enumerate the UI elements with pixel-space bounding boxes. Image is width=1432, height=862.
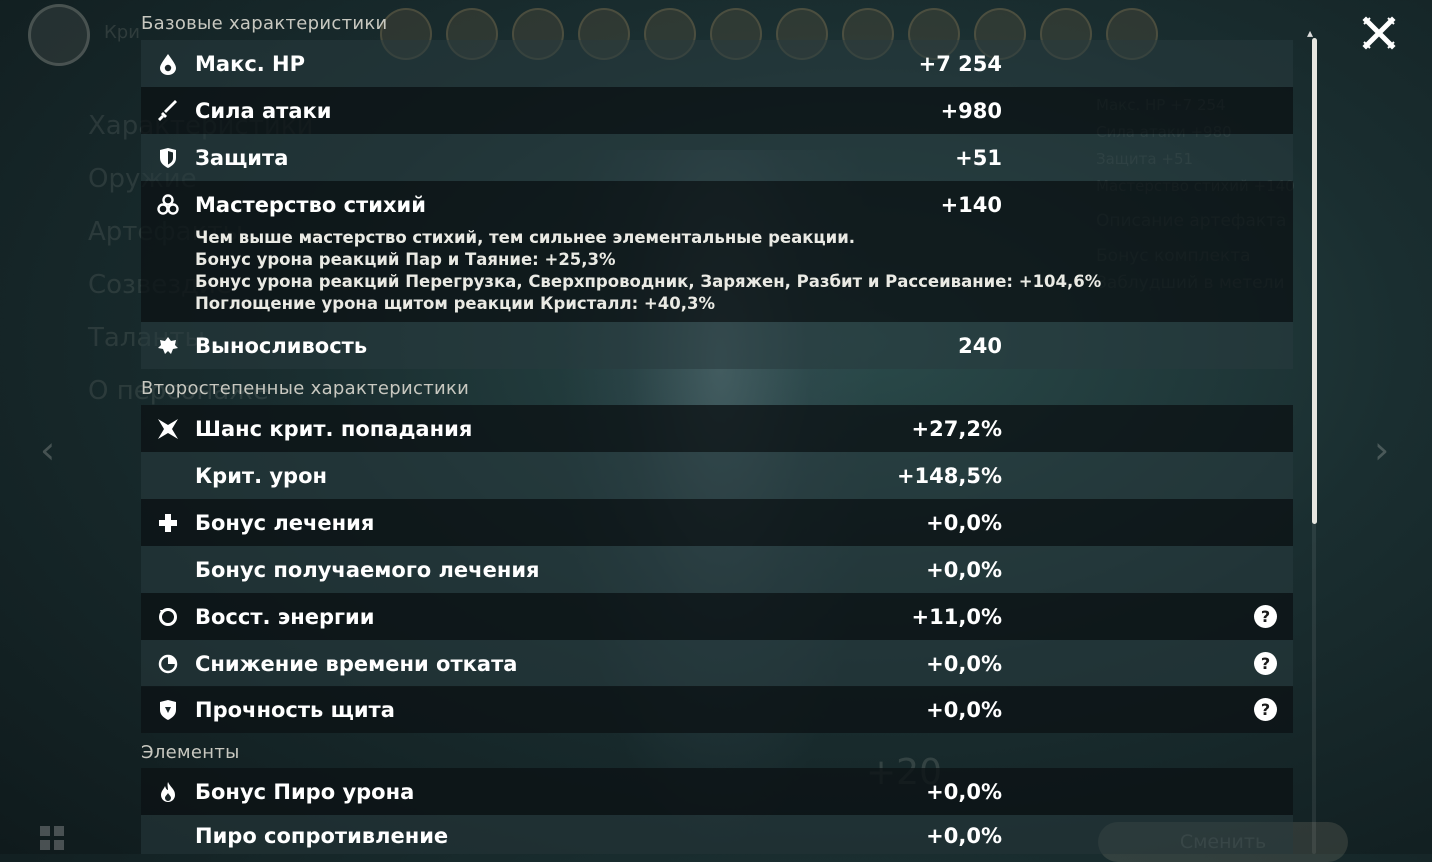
healing-cross-icon [157,512,179,534]
stat-row-crit-rate: Шанс крит. попадания +27,2% [141,405,1293,452]
energy-recharge-icon [157,606,179,628]
description-line: Чем выше мастерство стихий, тем сильнее … [195,228,856,247]
stat-row-energy-recharge: Восст. энергии +11,0% ? [141,593,1293,640]
next-arrow-icon: › [1374,428,1390,472]
stat-label: Мастерство стихий [195,192,426,217]
stat-value: +0,0% [926,779,1002,804]
section-title-base: Базовые характеристики [141,13,388,34]
stat-label: Пиро сопротивление [195,824,449,848]
stat-value: +0,0% [926,510,1002,535]
stat-row-crit-damage: Крит. урон +148,5% [141,452,1293,499]
mastery-description: Чем выше мастерство стихий, тем сильнее … [141,228,1293,322]
stat-value: +140 [940,192,1002,217]
elemental-mastery-icon [157,193,179,216]
stat-value: +0,0% [926,651,1002,676]
stat-value: +11,0% [911,604,1002,629]
stat-label: Выносливость [195,333,368,358]
stat-row-attack: Сила атаки +980 [141,87,1293,134]
stat-label: Защита [195,145,289,170]
scrollbar-thumb[interactable] [1312,38,1317,524]
prev-arrow-icon: ‹ [40,428,56,472]
stat-row-defense: Защита +51 [141,134,1293,181]
close-button[interactable] [1362,16,1396,50]
stat-row-stamina: Выносливость 240 [141,322,1293,369]
section-title-secondary: Второстепенные характеристики [141,378,470,399]
stat-value: +51 [955,145,1002,170]
description-line: Бонус урона реакций Пар и Таяние: +25,3% [195,250,616,269]
stat-row-hp: Макс. HP +7 254 [141,40,1293,87]
stat-value: +148,5% [896,463,1002,488]
stat-value: +0,0% [926,824,1002,848]
stat-value: +980 [940,98,1002,123]
section-title-elements: Элементы [141,742,240,763]
stat-label: Прочность щита [195,697,395,722]
stat-value: 240 [958,333,1002,358]
stat-row-pyro-bonus: Бонус Пиро урона +0,0% [141,768,1293,815]
stat-label: Крит. урон [195,463,328,488]
stat-value: +0,0% [926,697,1002,722]
stat-label: Сила атаки [195,98,332,123]
stat-label: Снижение времени отката [195,651,518,676]
stat-row-elemental-mastery: Мастерство стихий +140 [141,181,1293,228]
stat-label: Бонус Пиро урона [195,779,415,804]
stat-label: Бонус лечения [195,510,375,535]
stat-row-healing-bonus: Бонус лечения +0,0% [141,499,1293,546]
help-icon[interactable]: ? [1254,698,1277,721]
cooldown-icon [157,653,179,675]
stat-label: Бонус получаемого лечения [195,557,540,582]
pyro-icon [157,781,179,803]
stat-row-shield-strength: Прочность щита +0,0% ? [141,686,1293,733]
stat-row-pyro-resistance: Пиро сопротивление +0,0% [141,815,1293,854]
crit-rate-icon [157,418,179,440]
sword-icon [157,99,179,122]
stat-value: +0,0% [926,557,1002,582]
grid-icon [40,826,66,852]
close-icon [1362,16,1396,50]
description-line: Поглощение урона щитом реакции Кристалл:… [195,294,715,313]
shield-strength-icon [157,699,179,721]
help-icon[interactable]: ? [1254,652,1277,675]
stat-value: +7 254 [918,51,1002,76]
game-logo-icon [28,4,90,66]
stat-row-incoming-healing: Бонус получаемого лечения +0,0% [141,546,1293,593]
stat-label: Восст. энергии [195,604,375,629]
bg-top-left-text: Кри [104,22,140,43]
help-icon[interactable]: ? [1254,605,1277,628]
description-line: Бонус урона реакций Перегрузка, Сверхпро… [195,272,1102,291]
stat-row-cooldown-reduction: Снижение времени отката +0,0% ? [141,640,1293,687]
stamina-icon [157,335,179,357]
shield-icon [157,147,179,169]
stat-label: Макс. HP [195,51,306,76]
hp-drop-icon [157,53,179,75]
stat-label: Шанс крит. попадания [195,416,473,441]
stat-value: +27,2% [911,416,1002,441]
